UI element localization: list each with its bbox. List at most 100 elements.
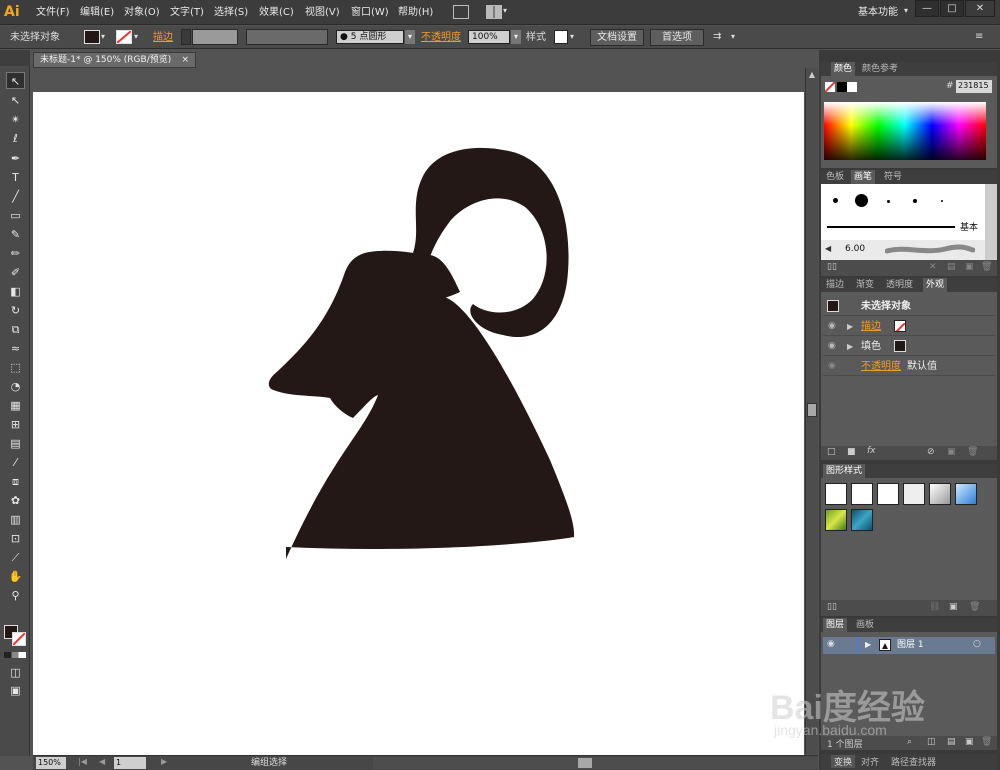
tab-transparency[interactable]: 透明度	[883, 278, 916, 292]
tab-gradient[interactable]: 渐变	[853, 278, 877, 292]
arrange-documents-icon[interactable]	[486, 5, 502, 19]
chevron-down-icon[interactable]: ▾	[134, 32, 138, 41]
stroke-none-swatch[interactable]	[894, 320, 906, 332]
chevron-down-icon[interactable]: ▾	[101, 32, 105, 41]
horizontal-scrollbar[interactable]	[373, 757, 818, 769]
break-link-icon[interactable]: ⛓	[929, 602, 940, 612]
pencil-tool-icon[interactable]: ✏	[6, 245, 25, 262]
variable-width-profile[interactable]	[246, 29, 328, 45]
color-spectrum[interactable]	[824, 102, 986, 160]
expand-triangle-icon[interactable]: ▶	[847, 337, 853, 356]
prev-artboard-icon[interactable]: ◀	[99, 757, 105, 766]
zoom-level-input[interactable]: 150%	[36, 757, 66, 769]
tab-symbols[interactable]: 符号	[881, 170, 905, 184]
appearance-stroke-row[interactable]: ◉ ▶ 描边	[823, 317, 995, 336]
new-layer-icon[interactable]: ▣	[965, 737, 974, 747]
tab-appearance[interactable]: 外观	[923, 278, 948, 292]
chevron-down-icon[interactable]: ▾	[405, 30, 415, 44]
line-tool-icon[interactable]: ╱	[6, 188, 25, 205]
chevron-down-icon[interactable]: ▾	[904, 6, 908, 15]
artboard-tool-icon[interactable]: ⊡	[6, 530, 25, 547]
appearance-opacity-label[interactable]: 不透明度	[861, 357, 901, 376]
zoom-tool-icon[interactable]: ⚲	[6, 587, 25, 604]
preferences-button[interactable]: 首选项	[650, 29, 704, 46]
scroll-up-icon[interactable]: ▲	[807, 70, 817, 80]
chevron-down-icon[interactable]: ▾	[731, 32, 735, 41]
tab-color[interactable]: 颜色	[831, 62, 856, 76]
slice-tool-icon[interactable]: ⟋	[6, 549, 25, 566]
chevron-down-icon[interactable]: ▾	[511, 30, 521, 44]
blob-brush-tool-icon[interactable]: ✐	[6, 264, 25, 281]
workspace-switcher[interactable]: 基本功能	[858, 5, 898, 20]
menu-view[interactable]: 视图(V)	[305, 5, 340, 20]
menu-type[interactable]: 文字(T)	[170, 5, 204, 20]
fill-swatch[interactable]	[84, 30, 100, 44]
chevron-down-icon[interactable]: ▾	[570, 32, 574, 41]
graphic-style-white[interactable]	[877, 483, 899, 505]
charcoal-brush-row[interactable]: ◀ 6.00	[821, 240, 985, 260]
eye-icon[interactable]: ◉	[828, 317, 836, 336]
new-sublayer-icon[interactable]: ▤	[947, 737, 956, 747]
styles-library-icon[interactable]: ▯▯	[827, 602, 837, 612]
lasso-tool-icon[interactable]: ℓ	[6, 130, 25, 147]
close-tab-icon[interactable]: ×	[181, 53, 189, 67]
delete-layer-icon[interactable]: 🗑	[981, 737, 992, 747]
brush-options-icon[interactable]: ▤	[947, 262, 956, 272]
make-clipping-mask-icon[interactable]: ◫	[927, 737, 936, 747]
rectangle-tool-icon[interactable]: ▭	[6, 207, 25, 224]
expand-triangle-icon[interactable]: ▶	[865, 640, 871, 649]
document-setup-button[interactable]: 文档设置	[590, 29, 644, 46]
target-circle-icon[interactable]: ○	[973, 639, 981, 649]
column-graph-tool-icon[interactable]: ▥	[6, 511, 25, 528]
stroke-none-swatch[interactable]	[116, 30, 132, 44]
scale-tool-icon[interactable]: ⧉	[6, 321, 25, 338]
tab-graphic-styles[interactable]: 图形样式	[823, 464, 866, 478]
menu-help[interactable]: 帮助(H)	[398, 5, 433, 20]
shape-builder-tool-icon[interactable]: ◔	[6, 378, 25, 395]
eye-icon[interactable]: ◉	[828, 337, 836, 356]
direct-selection-tool-icon[interactable]: ↖	[6, 92, 25, 109]
eyedropper-tool-icon[interactable]: ⁄	[6, 454, 25, 471]
warp-tool-icon[interactable]: ≈	[6, 340, 25, 357]
first-artboard-icon[interactable]: |◀	[78, 757, 87, 766]
stroke-label[interactable]: 描边	[153, 31, 173, 45]
artboard-canvas[interactable]	[33, 92, 804, 755]
graphic-style-green-texture[interactable]	[825, 509, 847, 531]
draw-mode-icon[interactable]: ◫	[6, 664, 25, 681]
appearance-fill-row[interactable]: ◉ ▶ 填色	[823, 337, 995, 356]
color-mode-buttons[interactable]	[4, 652, 26, 658]
free-transform-tool-icon[interactable]: ⬚	[6, 359, 25, 376]
layer-row[interactable]: ◉ ▶ 图层 1 ○	[823, 637, 995, 654]
panel-menu-icon[interactable]: ≡	[975, 31, 983, 42]
graphic-style-swatch[interactable]	[554, 30, 568, 44]
brush-dot-icon[interactable]	[833, 198, 838, 203]
tab-brushes[interactable]: 画笔	[851, 170, 876, 184]
next-artboard-icon[interactable]: ▶	[161, 757, 167, 766]
menu-object[interactable]: 对象(O)	[124, 5, 160, 20]
hand-tool-icon[interactable]: ✋	[6, 568, 25, 585]
duplicate-item-icon[interactable]: ▣	[947, 447, 956, 457]
new-brush-icon[interactable]: ▣	[965, 262, 974, 272]
minimize-button[interactable]: —	[915, 0, 939, 17]
mesh-tool-icon[interactable]: ⊞	[6, 416, 25, 433]
graphic-style-shadow[interactable]	[903, 483, 925, 505]
brush-dot-icon[interactable]	[941, 200, 943, 202]
menu-effect[interactable]: 效果(C)	[259, 5, 294, 20]
opacity-input[interactable]: 100%	[468, 30, 510, 44]
basic-brush-stroke[interactable]	[827, 226, 955, 228]
remove-brush-stroke-icon[interactable]: ✕	[929, 262, 937, 272]
symbol-sprayer-tool-icon[interactable]: ✿	[6, 492, 25, 509]
brush-library-icon[interactable]: ▯▯	[827, 262, 837, 272]
artboard-number-input[interactable]: 1	[114, 757, 146, 769]
stroke-weight-stepper[interactable]	[181, 29, 191, 45]
eraser-tool-icon[interactable]: ◧	[6, 283, 25, 300]
brush-definition-select[interactable]: ● 5 点圆形	[336, 30, 404, 44]
hex-input[interactable]: 231815	[956, 80, 992, 93]
paintbrush-tool-icon[interactable]: ✎	[6, 226, 25, 243]
delete-style-icon[interactable]: 🗑	[969, 602, 980, 612]
expand-triangle-icon[interactable]: ▶	[847, 317, 853, 336]
horizontal-scrollbar-thumb[interactable]	[578, 758, 592, 768]
tab-color-guide[interactable]: 颜色参考	[859, 62, 901, 76]
brush-dot-icon[interactable]	[913, 199, 917, 203]
opacity-label[interactable]: 不透明度	[421, 31, 461, 45]
